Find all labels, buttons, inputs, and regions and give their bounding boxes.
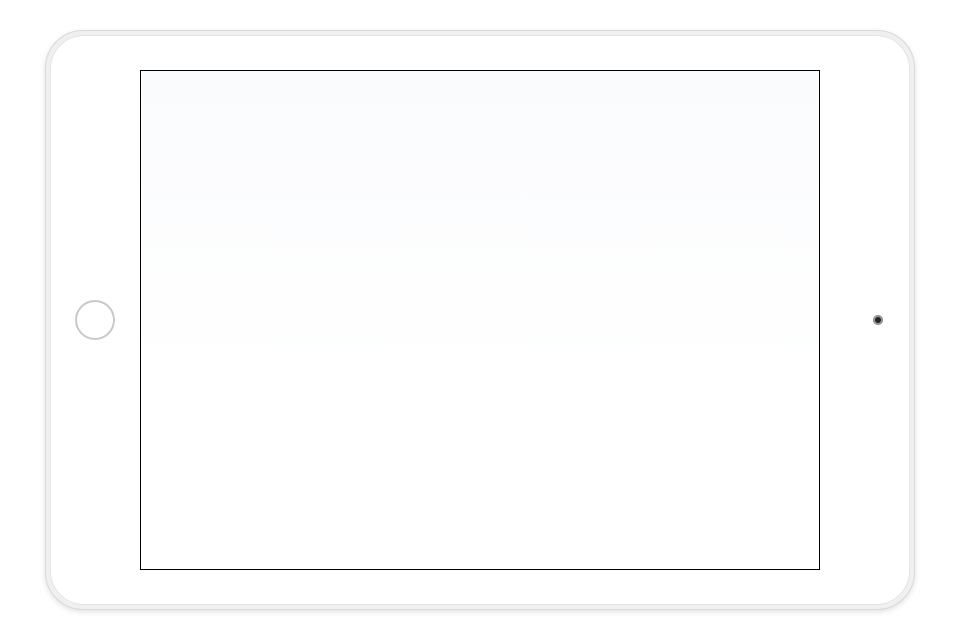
list-ordered-icon[interactable]: 12 bbox=[394, 248, 412, 266]
heading-partnership: Partnership bbox=[310, 357, 800, 377]
chevron-down-icon: ▾ bbox=[348, 227, 362, 241]
chevron-down-icon: ▾ bbox=[545, 227, 559, 241]
list-unordered-icon[interactable] bbox=[414, 248, 432, 266]
page-icon[interactable] bbox=[640, 248, 658, 266]
main-panel: Edycja wybranej informacji W celu dokona… bbox=[301, 71, 819, 569]
combo-fonts[interactable]: Fonts▾ bbox=[308, 225, 367, 243]
sidebar-item-tekst-pl[interactable]: Tekst (PL) bbox=[151, 129, 295, 153]
btn-strike[interactable]: S bbox=[632, 225, 650, 243]
tablet-frame: Wybierz działanie Zakładki (PL) Tekst (P… bbox=[45, 30, 915, 610]
source-icon[interactable]: ◇ bbox=[706, 248, 724, 266]
erase-icon[interactable] bbox=[660, 248, 678, 266]
combo-styles[interactable]: Styles▾ bbox=[424, 225, 485, 243]
find-icon[interactable]: 🔍 bbox=[520, 248, 538, 266]
sidebar-gap bbox=[151, 155, 301, 167]
combo-size[interactable]: Size▾ bbox=[369, 225, 422, 243]
page-title: Edycja wybranej informacji bbox=[301, 79, 809, 93]
hr-icon[interactable]: ― bbox=[560, 248, 578, 266]
sidebar-header: Wybierz działanie bbox=[151, 77, 295, 101]
heading-focus: Focus bbox=[310, 277, 800, 297]
indent-icon[interactable] bbox=[454, 248, 472, 266]
outdent-icon[interactable] bbox=[434, 248, 452, 266]
svg-text:2: 2 bbox=[397, 255, 399, 260]
unlink-icon[interactable] bbox=[600, 248, 618, 266]
sidebar-item-zakladki-pl[interactable]: Zakładki (PL) bbox=[151, 103, 295, 127]
para-focus: We operate in the Eastern European count… bbox=[310, 298, 800, 353]
editor: Fonts▾ Size▾ Styles▾ Headings▾ B I U S x… bbox=[301, 223, 809, 569]
sidebar-item-zakladki-en[interactable]: Zakładki (EN) bbox=[151, 167, 295, 191]
editor-toolbar-2: 12 🔍 Ω ― 🔗 bbox=[304, 246, 806, 269]
chevron-down-icon: ▾ bbox=[403, 227, 417, 241]
app-screen: Wybierz działanie Zakładki (PL) Tekst (P… bbox=[140, 70, 820, 570]
heading-investors: Investors bbox=[310, 541, 800, 561]
label-page-title: Tytuł strony: bbox=[309, 182, 409, 194]
btn-bold[interactable]: B bbox=[572, 225, 590, 243]
char-icon[interactable]: Ω bbox=[540, 248, 558, 266]
sidebar: Wybierz działanie Zakładki (PL) Tekst (P… bbox=[141, 71, 301, 569]
label-dane: Dane: bbox=[301, 203, 809, 223]
editor-content[interactable]: Focus We operate in the Eastern European… bbox=[304, 269, 806, 569]
camera-dot bbox=[873, 315, 883, 325]
btn-subscript[interactable]: x₂ bbox=[652, 225, 670, 243]
heading-track-record: Track record bbox=[310, 475, 800, 495]
align-center-icon[interactable] bbox=[328, 248, 346, 266]
anchor-icon[interactable]: ⚓ bbox=[620, 248, 638, 266]
word-icon[interactable]: W bbox=[680, 248, 698, 266]
input-page-title[interactable] bbox=[409, 179, 669, 197]
para-track-record: We have strong competence and experience… bbox=[310, 496, 800, 537]
align-right-icon[interactable] bbox=[348, 248, 366, 266]
table-icon[interactable] bbox=[500, 248, 518, 266]
align-left-icon[interactable] bbox=[308, 248, 326, 266]
btn-italic[interactable]: I bbox=[592, 225, 610, 243]
home-button[interactable] bbox=[75, 300, 115, 340]
instructions-2: W celu podłączenia dokumentu, zaznacz te… bbox=[301, 124, 809, 168]
row-page-title: Tytuł strony: bbox=[301, 175, 809, 201]
para-independence: We are partner-owned private equity mana… bbox=[310, 443, 800, 470]
editor-toolbar-1: Fonts▾ Size▾ Styles▾ Headings▾ B I U S x… bbox=[304, 223, 806, 246]
btn-undo[interactable]: ↩ bbox=[672, 225, 690, 243]
chevron-down-icon: ▾ bbox=[467, 227, 481, 241]
para-investors-a: More information on our recent efforts: bbox=[310, 562, 800, 569]
combo-headings[interactable]: Headings▾ bbox=[488, 225, 564, 243]
heading-independence: Independence bbox=[310, 422, 800, 442]
para-partnership: We built our credibility as valued partn… bbox=[310, 378, 800, 419]
tablet-inner: Wybierz działanie Zakładki (PL) Tekst (P… bbox=[50, 35, 910, 605]
image-icon[interactable] bbox=[480, 248, 498, 266]
instructions-1: W celu dokonania zmiany, wpisz nowe dane… bbox=[301, 101, 809, 116]
link-icon[interactable]: 🔗 bbox=[580, 248, 598, 266]
btn-underline[interactable]: U bbox=[612, 225, 630, 243]
align-justify-icon[interactable] bbox=[368, 248, 386, 266]
sidebar-item-tekst-en[interactable]: Tekst (EN) bbox=[151, 193, 295, 217]
